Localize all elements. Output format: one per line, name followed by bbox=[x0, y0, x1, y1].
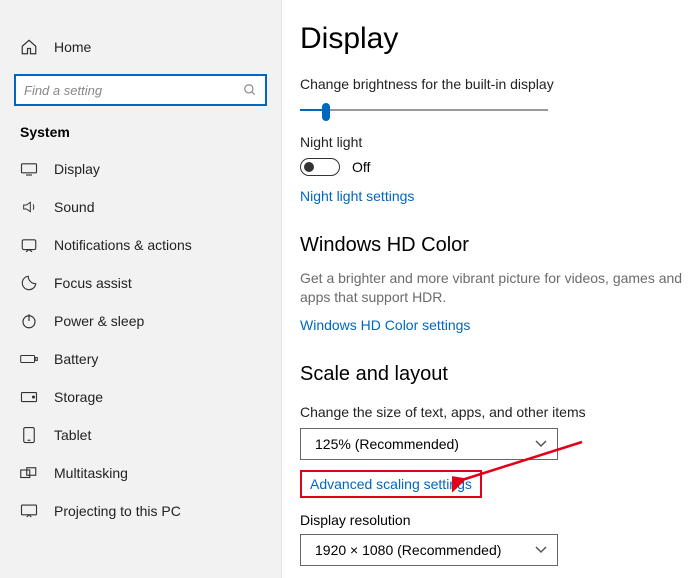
text-scale-dropdown[interactable]: 125% (Recommended) bbox=[300, 428, 558, 460]
sidebar-item-tablet[interactable]: Tablet bbox=[0, 416, 281, 454]
resolution-value: 1920 × 1080 (Recommended) bbox=[315, 542, 501, 558]
sidebar-item-notifications[interactable]: Notifications & actions bbox=[0, 226, 281, 264]
multitasking-icon bbox=[20, 464, 38, 482]
sidebar-item-label: Sound bbox=[54, 199, 94, 215]
tablet-icon bbox=[20, 426, 38, 444]
sidebar-item-label: Projecting to this PC bbox=[54, 503, 181, 519]
sidebar-section-system: System bbox=[0, 118, 281, 150]
hd-color-description: Get a brighter and more vibrant picture … bbox=[300, 269, 692, 307]
home-nav[interactable]: Home bbox=[0, 28, 281, 66]
home-label: Home bbox=[54, 39, 91, 55]
brightness-slider[interactable] bbox=[300, 100, 548, 120]
page-title: Display bbox=[300, 22, 692, 56]
search-icon bbox=[243, 83, 257, 97]
storage-icon bbox=[20, 388, 38, 406]
sidebar-item-label: Notifications & actions bbox=[54, 237, 192, 253]
night-light-toggle[interactable] bbox=[300, 158, 340, 176]
battery-icon bbox=[20, 350, 38, 368]
sidebar-item-label: Display bbox=[54, 161, 100, 177]
sidebar-item-multitasking[interactable]: Multitasking bbox=[0, 454, 281, 492]
home-icon bbox=[20, 38, 38, 56]
sidebar-item-label: Focus assist bbox=[54, 275, 132, 291]
display-icon bbox=[20, 160, 38, 178]
projecting-icon bbox=[20, 502, 38, 520]
focus-assist-icon bbox=[20, 274, 38, 292]
slider-thumb[interactable] bbox=[322, 103, 330, 121]
search-input[interactable] bbox=[24, 83, 243, 98]
text-scale-value: 125% (Recommended) bbox=[315, 436, 459, 452]
chevron-down-icon bbox=[535, 440, 547, 448]
sidebar-item-sound[interactable]: Sound bbox=[0, 188, 281, 226]
chevron-down-icon bbox=[535, 546, 547, 554]
sidebar-item-focus-assist[interactable]: Focus assist bbox=[0, 264, 281, 302]
brightness-label: Change brightness for the built-in displ… bbox=[300, 76, 692, 92]
night-light-label: Night light bbox=[300, 134, 692, 150]
resolution-label: Display resolution bbox=[300, 512, 692, 528]
night-light-state: Off bbox=[352, 159, 370, 175]
scale-layout-heading: Scale and layout bbox=[300, 363, 692, 386]
hd-color-settings-link[interactable]: Windows HD Color settings bbox=[300, 317, 470, 333]
resolution-dropdown[interactable]: 1920 × 1080 (Recommended) bbox=[300, 534, 558, 566]
sidebar-item-projecting[interactable]: Projecting to this PC bbox=[0, 492, 281, 530]
sidebar-item-battery[interactable]: Battery bbox=[0, 340, 281, 378]
settings-sidebar: Home System Display Sound Notifications … bbox=[0, 0, 282, 578]
notifications-icon bbox=[20, 236, 38, 254]
sound-icon bbox=[20, 198, 38, 216]
text-size-label: Change the size of text, apps, and other… bbox=[300, 404, 692, 420]
sidebar-item-label: Storage bbox=[54, 389, 103, 405]
sidebar-item-label: Multitasking bbox=[54, 465, 128, 481]
sidebar-item-label: Battery bbox=[54, 351, 98, 367]
sidebar-item-storage[interactable]: Storage bbox=[0, 378, 281, 416]
search-input-wrap[interactable] bbox=[14, 74, 267, 106]
sidebar-item-power-sleep[interactable]: Power & sleep bbox=[0, 302, 281, 340]
sidebar-item-display[interactable]: Display bbox=[0, 150, 281, 188]
night-light-settings-link[interactable]: Night light settings bbox=[300, 188, 414, 204]
sidebar-item-label: Tablet bbox=[54, 427, 91, 443]
power-icon bbox=[20, 312, 38, 330]
advanced-scaling-link[interactable]: Advanced scaling settings bbox=[310, 476, 472, 492]
sidebar-item-label: Power & sleep bbox=[54, 313, 144, 329]
main-content: Display Change brightness for the built-… bbox=[282, 0, 700, 578]
advanced-scaling-highlight: Advanced scaling settings bbox=[300, 470, 482, 498]
hd-color-heading: Windows HD Color bbox=[300, 234, 692, 257]
